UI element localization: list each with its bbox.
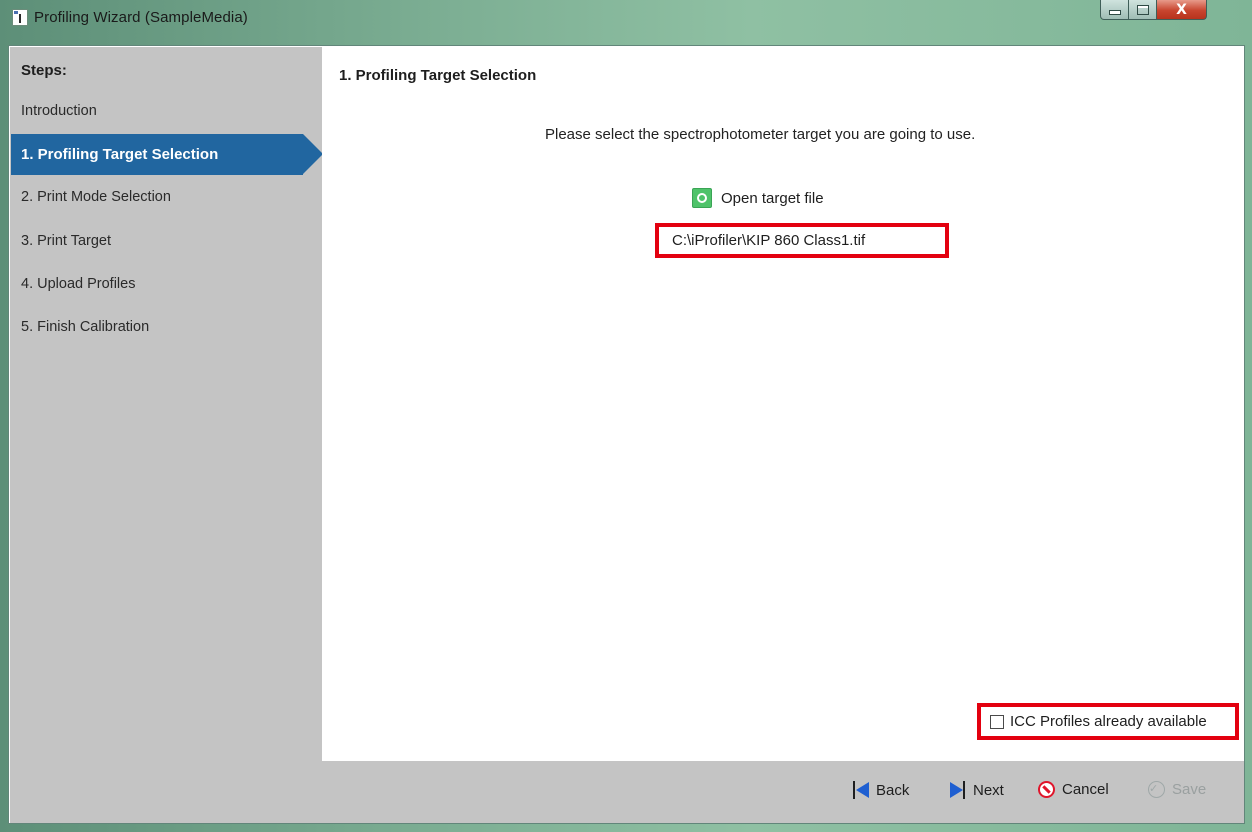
instruction-text: Please select the spectrophotometer targ… bbox=[545, 126, 976, 143]
cancel-icon bbox=[1038, 781, 1055, 798]
close-icon: X bbox=[1176, 1, 1187, 18]
minimize-button[interactable] bbox=[1100, 0, 1129, 20]
save-button[interactable]: ✓ Save bbox=[1148, 781, 1206, 798]
wizard-client-area: Steps: Introduction 1. Profiling Target … bbox=[8, 45, 1245, 824]
step-print-mode-selection[interactable]: 2. Print Mode Selection bbox=[21, 189, 171, 205]
steps-header: Steps: bbox=[21, 62, 67, 79]
maximize-icon bbox=[1136, 4, 1149, 15]
target-path-text: C:\iProfiler\KIP 860 Class1.tif bbox=[672, 232, 866, 249]
main-panel: 1. Profiling Target Selection Please sel… bbox=[322, 47, 1244, 761]
next-arrow-icon bbox=[950, 781, 966, 799]
wizard-footer: Back Next Cancel ✓ Save bbox=[10, 761, 1244, 823]
window-controls: X bbox=[1100, 0, 1207, 22]
next-button[interactable]: Next bbox=[950, 781, 1004, 799]
icc-checkbox-label[interactable]: ICC Profiles already available bbox=[1010, 713, 1207, 730]
open-target-file-button[interactable]: Open target file bbox=[692, 188, 824, 208]
app-icon bbox=[12, 9, 28, 26]
open-target-label: Open target file bbox=[721, 189, 824, 207]
step-profiling-target-selection[interactable]: 1. Profiling Target Selection bbox=[11, 134, 323, 175]
step-introduction[interactable]: Introduction bbox=[21, 103, 97, 119]
cancel-label: Cancel bbox=[1062, 781, 1109, 798]
target-file-path: C:\iProfiler\KIP 860 Class1.tif bbox=[655, 223, 949, 258]
open-file-icon bbox=[692, 188, 712, 208]
checkmark-icon: ✓ bbox=[1148, 781, 1165, 798]
step-upload-profiles[interactable]: 4. Upload Profiles bbox=[21, 276, 135, 292]
steps-sidebar: Steps: Introduction 1. Profiling Target … bbox=[10, 47, 323, 761]
minimize-icon bbox=[1108, 10, 1121, 15]
icc-profiles-checkbox[interactable] bbox=[990, 714, 1004, 729]
step-print-target[interactable]: 3. Print Target bbox=[21, 233, 111, 249]
window-title: Profiling Wizard (SampleMedia) bbox=[34, 9, 248, 26]
back-arrow-icon bbox=[853, 781, 869, 799]
cancel-button[interactable]: Cancel bbox=[1038, 781, 1109, 798]
back-label: Back bbox=[876, 781, 910, 799]
icc-profiles-option[interactable]: ICC Profiles already available bbox=[977, 703, 1239, 740]
next-label: Next bbox=[973, 781, 1004, 799]
title-bar[interactable]: Profiling Wizard (SampleMedia) X bbox=[0, 0, 1252, 45]
app-window: Profiling Wizard (SampleMedia) X Steps: … bbox=[0, 0, 1252, 832]
maximize-button[interactable] bbox=[1129, 0, 1157, 20]
step-label: 1. Profiling Target Selection bbox=[21, 146, 219, 163]
section-title: 1. Profiling Target Selection bbox=[339, 67, 537, 84]
close-button[interactable]: X bbox=[1157, 0, 1207, 20]
step-finish-calibration[interactable]: 5. Finish Calibration bbox=[21, 319, 149, 335]
back-button[interactable]: Back bbox=[853, 781, 909, 799]
save-label: Save bbox=[1172, 781, 1207, 798]
